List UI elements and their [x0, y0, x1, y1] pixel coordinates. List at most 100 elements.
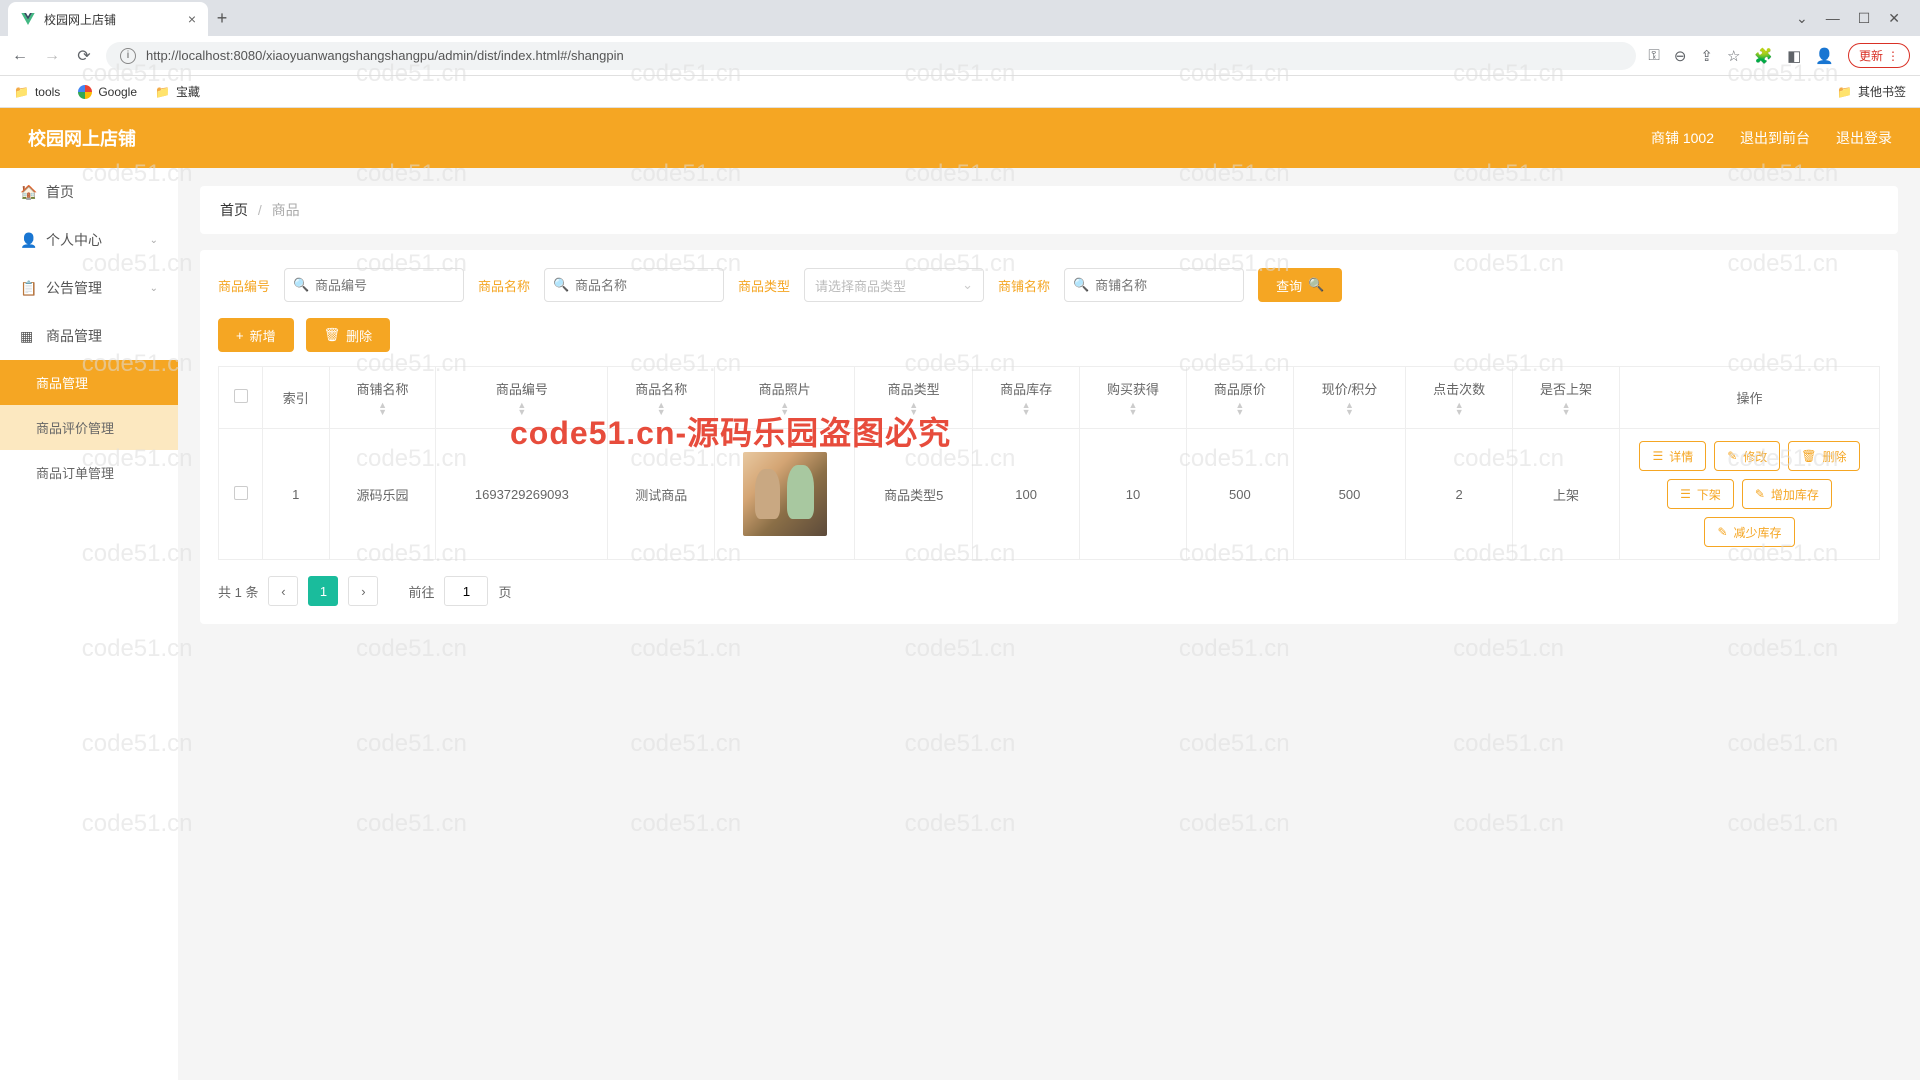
zoom-icon[interactable]: ⊖: [1674, 47, 1687, 65]
search-icon: 🔍: [553, 277, 569, 293]
list-icon: ☰: [1652, 449, 1663, 463]
breadcrumb: 首页 / 商品: [200, 186, 1898, 234]
url-input[interactable]: i http://localhost:8080/xiaoyuanwangshan…: [106, 42, 1636, 70]
table-row: 1 源码乐园 1693729269093 测试商品 商品类型5 100 10 5…: [219, 429, 1880, 560]
select-all-checkbox[interactable]: [234, 389, 248, 403]
th-orig-price[interactable]: 商品原价▲▼: [1186, 367, 1293, 429]
product-name-input[interactable]: [544, 268, 724, 302]
sidebar-label: 商品管理: [46, 326, 102, 346]
cell-orig-price: 500: [1186, 429, 1293, 560]
row-delete-button[interactable]: 🗑删除: [1788, 441, 1859, 471]
google-icon: [78, 85, 92, 99]
product-thumbnail[interactable]: [743, 452, 827, 536]
product-type-select[interactable]: 请选择商品类型⌄: [804, 268, 984, 302]
product-code-input[interactable]: [284, 268, 464, 302]
reduce-stock-button[interactable]: ✎减少库存: [1704, 517, 1794, 547]
goto-prefix: 前往: [408, 582, 434, 601]
offshelf-button[interactable]: ☰下架: [1667, 479, 1734, 509]
breadcrumb-sep: /: [258, 202, 262, 218]
bookmark-google[interactable]: Google: [78, 85, 137, 99]
sidebar-sub-review-mgmt[interactable]: 商品评价管理: [0, 405, 178, 450]
sidepanel-icon[interactable]: ◧: [1787, 47, 1801, 65]
bookmark-baozang[interactable]: 📁宝藏: [155, 83, 200, 100]
cell-photo: [715, 429, 855, 560]
browser-tab[interactable]: 校园网上店铺 ×: [8, 2, 208, 36]
star-icon[interactable]: ☆: [1727, 47, 1740, 65]
search-button[interactable]: 查询 🔍: [1258, 268, 1342, 302]
sort-icon: ▲▼: [1521, 402, 1611, 416]
forward-button[interactable]: →: [42, 47, 62, 65]
back-button[interactable]: ←: [10, 47, 30, 65]
edit-button[interactable]: ✎修改: [1714, 441, 1780, 471]
bookmarks-bar: 📁tools Google 📁宝藏 📁其他书签: [0, 76, 1920, 108]
sidebar-item-personal[interactable]: 👤 个人中心 ⌄: [0, 216, 178, 264]
th-clicks[interactable]: 点击次数▲▼: [1406, 367, 1513, 429]
th-name[interactable]: 商品名称▲▼: [608, 367, 715, 429]
key-icon[interactable]: ⚿: [1648, 47, 1659, 64]
logout-to-front-link[interactable]: 退出到前台: [1740, 128, 1810, 148]
update-button[interactable]: 更新 ⋮: [1848, 43, 1910, 68]
sidebar-item-home[interactable]: 🏠 首页: [0, 168, 178, 216]
sidebar-item-product[interactable]: ▦ 商品管理: [0, 312, 178, 360]
main-content: 首页 / 商品 商品编号 🔍 商品名称 🔍 商品类型 请选择商品类型⌄ 商铺名称…: [178, 168, 1920, 1080]
content-panel: 商品编号 🔍 商品名称 🔍 商品类型 请选择商品类型⌄ 商铺名称 🔍 查询 🔍 …: [200, 250, 1898, 624]
filter-label-shop: 商铺名称: [998, 276, 1050, 295]
th-stock[interactable]: 商品库存▲▼: [973, 367, 1080, 429]
site-info-icon[interactable]: i: [120, 48, 136, 64]
th-code[interactable]: 商品编号▲▼: [436, 367, 608, 429]
minimize-icon[interactable]: ―: [1826, 10, 1840, 27]
shop-name-input[interactable]: [1064, 268, 1244, 302]
th-shop-name[interactable]: 商铺名称▲▼: [329, 367, 436, 429]
home-icon: 🏠: [20, 184, 36, 201]
th-cur-price[interactable]: 现价/积分▲▼: [1293, 367, 1405, 429]
page-1-button[interactable]: 1: [308, 576, 338, 606]
goto-page-input[interactable]: [444, 576, 488, 606]
logout-link[interactable]: 退出登录: [1836, 128, 1892, 148]
sort-icon: ▲▼: [444, 402, 599, 416]
breadcrumb-current: 商品: [272, 202, 300, 218]
add-button[interactable]: +新增: [218, 318, 294, 352]
pagination: 共 1 条 ‹ 1 › 前往 页: [218, 576, 1880, 606]
share-icon[interactable]: ⇪: [1700, 47, 1713, 65]
th-photo[interactable]: 商品照片▲▼: [715, 367, 855, 429]
close-tab-icon[interactable]: ×: [188, 11, 196, 27]
cell-code: 1693729269093: [436, 429, 608, 560]
new-tab-button[interactable]: +: [208, 4, 236, 32]
prev-page-button[interactable]: ‹: [268, 576, 298, 606]
edit-icon: ✎: [1755, 487, 1765, 501]
edit-icon: ✎: [1727, 449, 1737, 463]
cell-stock: 100: [973, 429, 1080, 560]
profile-icon[interactable]: 👤: [1815, 47, 1834, 65]
cell-type: 商品类型5: [855, 429, 973, 560]
th-onshelf[interactable]: 是否上架▲▼: [1513, 367, 1620, 429]
bookmark-other[interactable]: 📁其他书签: [1837, 83, 1906, 100]
next-page-button[interactable]: ›: [348, 576, 378, 606]
bookmark-tools[interactable]: 📁tools: [14, 85, 60, 99]
cell-clicks: 2: [1406, 429, 1513, 560]
product-table: 索引 商铺名称▲▼ 商品编号▲▼ 商品名称▲▼ 商品照片▲▼ 商品类型▲▼ 商品…: [218, 366, 1880, 560]
row-checkbox[interactable]: [234, 486, 248, 500]
clipboard-icon: 📋: [20, 280, 36, 297]
plus-icon: +: [236, 328, 244, 343]
extensions-icon[interactable]: 🧩: [1754, 47, 1773, 65]
chevron-down-icon[interactable]: ⌄: [1796, 10, 1808, 27]
shop-info[interactable]: 商铺 1002: [1651, 128, 1714, 148]
close-window-icon[interactable]: ✕: [1888, 10, 1900, 27]
detail-button[interactable]: ☰详情: [1639, 441, 1706, 471]
th-type[interactable]: 商品类型▲▼: [855, 367, 973, 429]
sidebar-sub-product-mgmt[interactable]: 商品管理: [0, 360, 178, 405]
sidebar-sub-order-mgmt[interactable]: 商品订单管理: [0, 450, 178, 495]
reload-button[interactable]: ⟳: [74, 46, 94, 66]
add-stock-button[interactable]: ✎增加库存: [1742, 479, 1832, 509]
sort-icon: ▲▼: [981, 402, 1071, 416]
sort-icon: ▲▼: [338, 402, 428, 416]
sidebar-item-notice[interactable]: 📋 公告管理 ⌄: [0, 264, 178, 312]
th-reward[interactable]: 购买获得▲▼: [1080, 367, 1187, 429]
breadcrumb-home[interactable]: 首页: [220, 202, 248, 218]
cell-onshelf: 上架: [1513, 429, 1620, 560]
sort-icon: ▲▼: [1414, 402, 1504, 416]
maximize-icon[interactable]: ☐: [1858, 10, 1871, 27]
goto-suffix: 页: [498, 582, 511, 601]
folder-icon: 📁: [1837, 85, 1852, 99]
delete-button[interactable]: 🗑删除: [306, 318, 391, 352]
